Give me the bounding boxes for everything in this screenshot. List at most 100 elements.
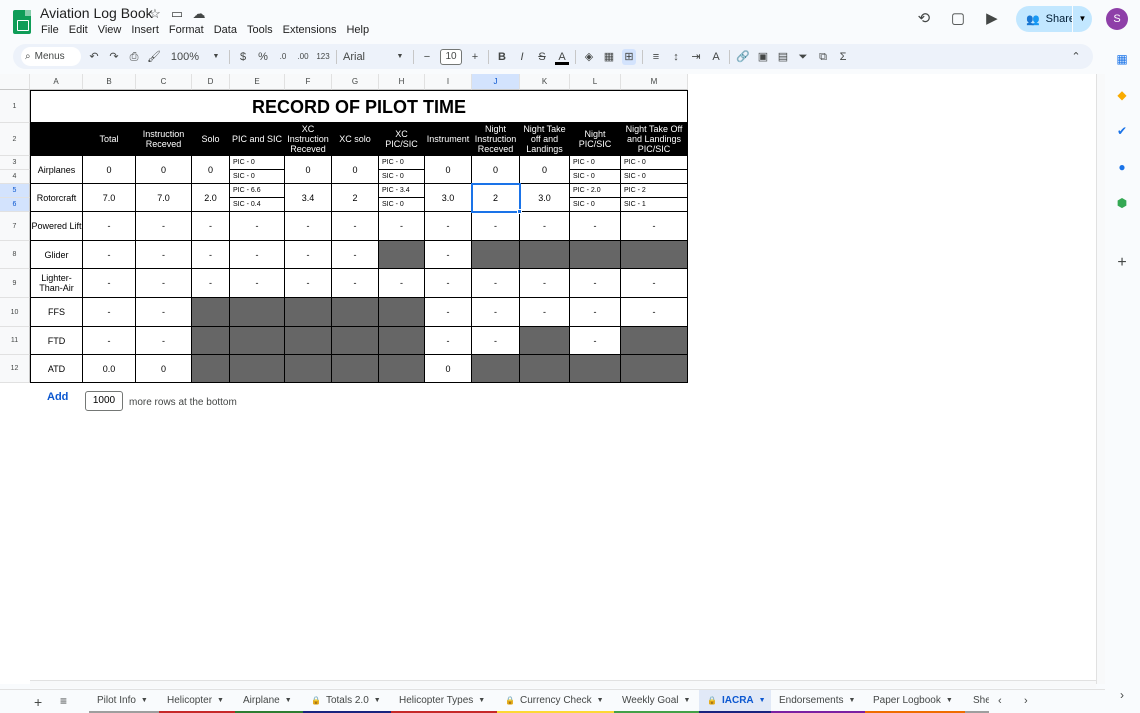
column-header-c[interactable]: C [136,74,192,90]
table-cell[interactable]: 7.0 [83,184,136,212]
table-cell[interactable]: 2 [472,184,520,212]
chevron-down-icon[interactable]: ▼ [374,697,381,704]
functions-icon[interactable]: Σ [836,49,850,65]
table-cell[interactable]: 0 [425,156,472,184]
blocked-cell[interactable] [520,355,570,383]
table-cell[interactable]: - [83,298,136,327]
row-header-8[interactable]: 8 [0,241,30,269]
chevron-down-icon[interactable]: ▼ [597,697,604,704]
zoom-select[interactable]: 100% [167,49,203,65]
strikethrough-button[interactable]: S [535,49,549,65]
table-cell[interactable]: - [136,241,192,269]
table-cell[interactable]: 2.0 [192,184,230,212]
menu-view[interactable]: View [98,24,122,36]
table-cell[interactable]: - [621,269,688,298]
redo-icon[interactable]: ↷ [107,49,121,65]
version-history-icon[interactable]: ⟲ [914,9,934,29]
filter-icon[interactable]: ⏷ [796,49,810,65]
table-cell[interactable]: - [192,269,230,298]
table-cell[interactable]: - [472,327,520,355]
table-cell[interactable]: - [230,269,285,298]
currency-format-button[interactable]: $ [236,49,250,65]
undo-icon[interactable]: ↶ [87,49,101,65]
row-header-1[interactable]: 1 [0,90,30,123]
maps-icon[interactable]: ⬢ [1115,196,1129,210]
borders-icon[interactable]: ▦ [602,49,616,65]
chevron-down-icon[interactable]: ▼ [478,697,485,704]
print-icon[interactable]: ⎙ [127,49,141,65]
sheet-tab[interactable]: 🔒 Currency Check ▼ [497,690,614,713]
column-header-l[interactable]: L [570,74,621,90]
table-cell[interactable]: SIC - 1 [621,198,688,212]
category-label[interactable]: Glider [30,241,83,269]
blocked-cell[interactable] [332,327,379,355]
table-cell[interactable]: - [520,212,570,241]
chevron-down-icon[interactable]: ▼ [759,697,766,704]
blocked-cell[interactable] [570,241,621,269]
blocked-cell[interactable] [379,298,425,327]
meet-icon[interactable]: ▶ [982,9,1002,29]
table-cell[interactable]: - [285,212,332,241]
column-header-k[interactable]: K [520,74,570,90]
vertical-align-icon[interactable]: ↕ [669,49,683,65]
sheet-tab[interactable]: 🔒 Totals 2.0 ▼ [303,690,391,713]
blocked-cell[interactable] [520,327,570,355]
table-cell[interactable]: 0 [285,156,332,184]
number-format-button[interactable]: 123 [316,49,330,65]
decrease-decimal-button[interactable]: .0 [276,49,290,65]
blocked-cell[interactable] [520,241,570,269]
sheet-tab[interactable]: Helicopter ▼ [159,690,235,713]
header-cell[interactable]: Instrument [425,123,472,156]
blocked-cell[interactable] [621,355,688,383]
fill-handle[interactable] [517,209,522,214]
menu-data[interactable]: Data [214,24,237,36]
category-label[interactable]: FTD [30,327,83,355]
table-cell[interactable]: PIC - 2 [621,184,688,198]
category-label[interactable]: ATD [30,355,83,383]
contacts-icon[interactable]: ● [1115,160,1129,174]
chevron-down-icon[interactable]: ▼ [285,697,292,704]
collapse-toolbar-icon[interactable]: ⌃ [1069,49,1083,65]
decrease-font-size-button[interactable]: − [420,49,434,65]
menu-help[interactable]: Help [346,24,369,36]
category-label[interactable]: Rotorcraft [30,184,83,212]
row-header-9[interactable]: 9 [0,269,30,298]
blocked-cell[interactable] [285,327,332,355]
table-cell[interactable]: - [472,298,520,327]
blocked-cell[interactable] [192,327,230,355]
sheet-tab[interactable]: Airplane ▼ [235,690,303,713]
chevron-down-icon[interactable]: ▼ [684,697,691,704]
table-title[interactable]: RECORD OF PILOT TIME [30,90,688,123]
table-cell[interactable]: SIC - 0.4 [230,198,285,212]
category-label[interactable]: Airplanes [30,156,83,184]
table-cell[interactable]: - [425,212,472,241]
table-cell[interactable]: - [621,298,688,327]
paint-format-icon[interactable]: 🖌 [147,49,161,65]
chart-icon[interactable]: ▤ [776,49,790,65]
add-rows-count-input[interactable]: 1000 [85,391,123,411]
table-cell[interactable]: - [425,269,472,298]
bold-button[interactable]: B [495,49,509,65]
document-title[interactable]: Aviation Log Book [40,5,153,21]
tasks-icon[interactable]: ✔ [1115,124,1129,138]
table-cell[interactable]: 3.0 [520,184,570,212]
table-cell[interactable]: - [425,298,472,327]
table-cell[interactable]: PIC - 6.6 [230,184,285,198]
row-header-10[interactable]: 10 [0,298,30,327]
table-cell[interactable]: SIC - 0 [379,198,425,212]
increase-font-size-button[interactable]: + [468,49,482,65]
filter-views-icon[interactable]: ⧉ [816,49,830,65]
table-cell[interactable]: - [425,241,472,269]
blocked-cell[interactable] [621,327,688,355]
header-cell[interactable]: Night Take Off and Landings PIC/SIC [621,123,688,156]
table-cell[interactable]: 2 [332,184,379,212]
table-cell[interactable]: 0 [472,156,520,184]
table-cell[interactable]: - [621,212,688,241]
all-sheets-icon[interactable]: ≡ [60,694,67,708]
table-cell[interactable]: - [332,241,379,269]
scroll-tabs-right-icon[interactable]: › [1024,695,1028,707]
blocked-cell[interactable] [285,298,332,327]
font-size-input[interactable]: 10 [440,48,462,65]
blocked-cell[interactable] [332,355,379,383]
row-header-12[interactable]: 12 [0,355,30,383]
